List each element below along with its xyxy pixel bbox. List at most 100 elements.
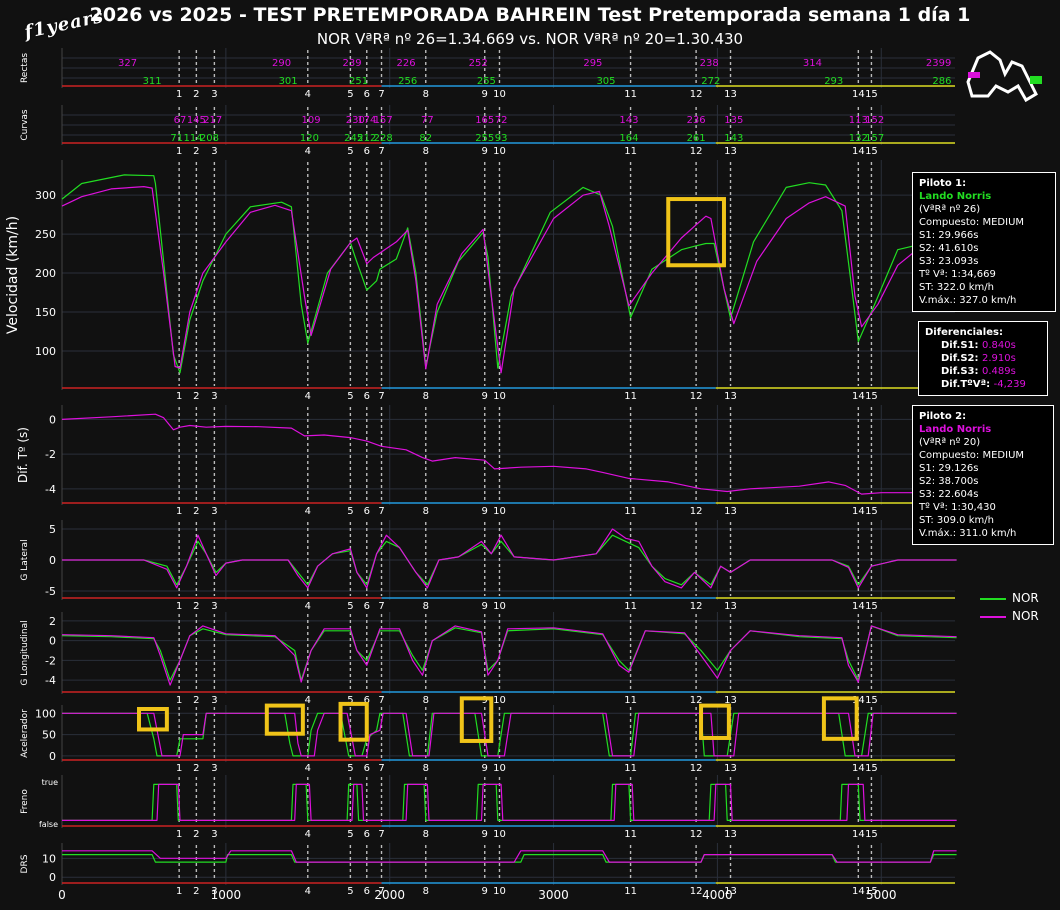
y-tick-label: 0 [49, 413, 56, 426]
corner-label: 2 [193, 763, 199, 774]
corner-label: 5 [347, 601, 353, 612]
corner-label: 6 [364, 601, 370, 612]
corner-label: 2 [193, 886, 199, 897]
corner-label: 8 [423, 601, 429, 612]
speed-label-driver1: 208 [200, 133, 219, 144]
corner-label: 5 [347, 146, 353, 157]
corner-label: 9 [482, 146, 488, 157]
corner-label: 3 [211, 506, 217, 517]
corner-label: 14 [852, 146, 865, 157]
speed-label-driver1: 93 [495, 133, 508, 144]
corner-label: 9 [482, 391, 488, 402]
y-axis-label: DRS [20, 854, 30, 873]
diff-label: Dif.S2: [941, 353, 982, 364]
piloto1-s2: S2: 41.610s [919, 243, 979, 254]
speed-label-driver2: 252 [469, 58, 488, 69]
corner-label: 15 [865, 391, 878, 402]
corner-label: 1 [176, 146, 182, 157]
legend-label: NOR [1012, 591, 1039, 605]
corner-label: 4 [305, 763, 311, 774]
corner-label: 2 [193, 695, 199, 706]
corner-label: 2 [193, 829, 199, 840]
y-axis-label: Dif. Tº (s) [16, 427, 30, 483]
corner-label: 11 [624, 146, 637, 157]
piloto1-st: ST: 322.0 km/h [919, 282, 994, 293]
speed-label-driver2: 67 [174, 115, 187, 126]
speed-label-driver1: 143 [724, 133, 743, 144]
corner-label: 10 [493, 146, 506, 157]
corner-label: 3 [211, 391, 217, 402]
corner-label: 6 [364, 829, 370, 840]
corner-label: 11 [624, 601, 637, 612]
corner-label: 10 [493, 601, 506, 612]
corner-label: 11 [624, 89, 637, 100]
piloto2-lap-time: Tº Vª: 1:30,430 [919, 502, 996, 513]
corner-label: 10 [493, 506, 506, 517]
piloto2-s2: S2: 38.700s [919, 476, 979, 487]
highlight-box [264, 703, 305, 736]
corner-label: 3 [211, 829, 217, 840]
speed-label-driver1: 82 [419, 133, 432, 144]
corner-label: 15 [865, 601, 878, 612]
diff-row: Dif.S2: 2.910s [925, 352, 1041, 365]
corner-label: 6 [364, 89, 370, 100]
corner-label: 15 [865, 506, 878, 517]
legend-item[interactable]: NOR [980, 591, 1039, 605]
circuit-map-icon [966, 50, 1042, 103]
corner-label: 4 [305, 695, 311, 706]
speed-label-driver2: 290 [272, 58, 291, 69]
y-tick-label: -5 [45, 585, 56, 598]
corner-label: 11 [624, 506, 637, 517]
corner-label: 7 [378, 89, 384, 100]
speed-label-driver2: 236 [687, 115, 706, 126]
corner-label: 8 [423, 506, 429, 517]
piloto2-lap: (VªRª nº 20) [919, 437, 981, 448]
speed-label-driver2: 109 [302, 115, 321, 126]
piloto1-compound: Compuesto: MEDIUM [919, 217, 1025, 228]
diff-value: -4,239 [993, 379, 1026, 390]
corner-label: 7 [378, 506, 384, 517]
piloto1-info: Piloto 1: Lando Norris (VªRª nº 26) Comp… [912, 172, 1056, 312]
y-axis-label: G Lateral [20, 539, 30, 580]
speed-label-driver1: 71 [170, 133, 183, 144]
highlight-box [699, 703, 731, 740]
corner-label: 6 [364, 506, 370, 517]
y-axis-label: Acelerador [20, 709, 30, 758]
speed-label-driver1: 293 [824, 76, 843, 87]
x-tick-label: 1000 [211, 888, 242, 902]
corner-label: 1 [176, 601, 182, 612]
x-tick-label: 3000 [538, 888, 569, 902]
corner-label: 15 [865, 763, 878, 774]
legend-swatch [980, 615, 1006, 618]
legend-item[interactable]: NOR [980, 609, 1039, 623]
highlight-box [137, 707, 169, 732]
corner-label: 4 [305, 391, 311, 402]
y-axis-label: Curvas [20, 109, 30, 141]
corner-label: 12 [690, 89, 703, 100]
y-tick-label: -4 [45, 483, 56, 496]
corner-label: 14 [852, 601, 865, 612]
corner-label: 12 [690, 601, 703, 612]
piloto2-s1: S1: 29.126s [919, 463, 979, 474]
piloto1-header: Piloto 1: [919, 178, 967, 189]
speed-label-driver1: 255 [477, 76, 496, 87]
corner-label: 5 [347, 829, 353, 840]
diferenciales-info: Diferenciales: Dif.S1: 0.840s Dif.S2: 2.9… [918, 321, 1048, 396]
y-tick-label: 0 [49, 750, 56, 763]
x-tick-label: 5000 [866, 888, 897, 902]
chart-subtitle: NOR VªRª nº 26=1.34.669 vs. NOR VªRª nº … [316, 30, 744, 48]
corner-label: 7 [378, 146, 384, 157]
corner-label: 12 [690, 146, 703, 157]
corner-label: 13 [724, 601, 737, 612]
speed-label-driver1: 120 [300, 133, 319, 144]
corner-label: 4 [305, 601, 311, 612]
piloto1-lap: (VªRª nº 26) [919, 204, 981, 215]
corner-label: 6 [364, 391, 370, 402]
corner-label: 5 [347, 506, 353, 517]
corner-label: 1 [176, 506, 182, 517]
corner-label: 8 [423, 829, 429, 840]
speed-label-driver2: 2399 [926, 58, 951, 69]
piloto2-s3: S3: 22.604s [919, 489, 979, 500]
corner-label: 4 [305, 89, 311, 100]
corner-label: 11 [624, 695, 637, 706]
